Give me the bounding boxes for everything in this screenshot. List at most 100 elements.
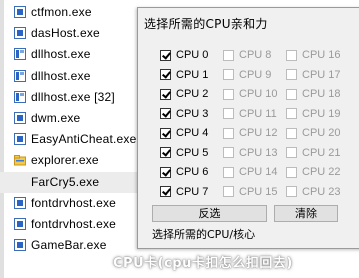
cpu-checkbox: CPU 9 — [223, 67, 271, 83]
blank-icon — [14, 176, 26, 188]
dll-host-icon — [14, 69, 26, 82]
generic-exe-icon — [14, 112, 26, 124]
checkbox-unchecked-icon — [286, 69, 297, 80]
generic-exe-icon — [14, 239, 26, 252]
cpu-label: CPU 21 — [302, 146, 341, 159]
checkbox-checked-icon — [160, 186, 171, 197]
checkbox-checked-icon — [160, 108, 171, 119]
checkbox-unchecked-icon — [223, 186, 234, 197]
cpu-label: CPU 15 — [239, 185, 278, 198]
cpu-label: CPU 4 — [176, 127, 209, 139]
process-name: dasHost.exe — [31, 26, 100, 41]
process-name: dllhost.exe [32] — [31, 89, 115, 104]
checkbox-checked-icon — [160, 88, 171, 100]
checkbox-unchecked-icon — [286, 127, 297, 139]
cpu-checkbox[interactable]: CPU 2 — [160, 86, 208, 102]
process-name: FarCry5.exe — [31, 174, 100, 189]
cpu-checkbox: CPU 23 — [286, 184, 341, 200]
checkbox-unchecked-icon — [286, 108, 297, 119]
cpu-checkbox[interactable]: CPU 7 — [160, 184, 208, 200]
cpu-label: CPU 12 — [239, 127, 278, 139]
cpu-label: CPU 6 — [176, 166, 209, 178]
process-name: dwm.exe — [31, 111, 81, 125]
generic-exe-icon — [14, 27, 26, 40]
cpu-checkbox[interactable]: CPU 0 — [160, 47, 208, 63]
cpu-label: CPU 1 — [176, 68, 209, 81]
dll-host-icon — [14, 48, 26, 61]
checkbox-unchecked-icon — [223, 69, 234, 80]
cpu-label: CPU 3 — [176, 107, 209, 120]
invert-selection-button[interactable]: 反选 — [152, 205, 267, 222]
cpu-checkbox: CPU 18 — [286, 86, 341, 102]
checkbox-unchecked-icon — [223, 88, 234, 100]
checkbox-unchecked-icon — [223, 49, 234, 61]
cpu-checkbox: CPU 20 — [286, 125, 341, 141]
dll-host-icon — [14, 90, 26, 103]
cpu-checkbox[interactable]: CPU 1 — [160, 67, 208, 83]
checkbox-checked-icon — [160, 69, 171, 80]
cpu-label: CPU 10 — [239, 88, 278, 100]
process-name: fontdrvhost.exe — [31, 195, 117, 210]
checkbox-unchecked-icon — [223, 108, 234, 119]
cpu-checkbox: CPU 11 — [223, 106, 277, 122]
checkbox-checked-icon — [160, 147, 171, 158]
checkbox-unchecked-icon — [286, 49, 297, 61]
clear-button[interactable]: 清除 — [274, 205, 338, 222]
process-name: EasyAntiCheat.exe — [31, 132, 137, 147]
process-name: dllhost.exe — [31, 47, 91, 62]
process-name: dllhost.exe — [31, 68, 91, 83]
checkbox-checked-icon — [160, 166, 171, 178]
cpu-checkbox: CPU 14 — [223, 164, 278, 180]
checkbox-unchecked-icon — [286, 186, 297, 197]
checkbox-unchecked-icon — [223, 166, 234, 178]
cpu-checkbox: CPU 17 — [286, 67, 341, 83]
process-name: explorer.exe — [31, 153, 99, 168]
dialog-status-text: 选择所需的CPU/核心 — [152, 228, 256, 241]
cpu-checkbox: CPU 19 — [286, 106, 341, 122]
checkbox-unchecked-icon — [286, 147, 297, 158]
checkbox-unchecked-icon — [286, 166, 297, 178]
process-name: GameBar.exe — [31, 238, 107, 253]
cpu-checkbox[interactable]: CPU 5 — [160, 145, 208, 161]
cpu-checkbox: CPU 8 — [223, 47, 271, 63]
cpu-label: CPU 5 — [176, 146, 209, 159]
cpu-label: CPU 7 — [176, 185, 209, 198]
cpu-checkbox: CPU 16 — [286, 47, 341, 63]
cpu-label: CPU 0 — [176, 49, 209, 61]
cpu-label: CPU 14 — [239, 166, 278, 178]
cpu-label: CPU 17 — [302, 68, 341, 81]
checkbox-unchecked-icon — [223, 127, 234, 139]
cpu-label: CPU 16 — [302, 49, 341, 61]
watermark-caption: CPU卡(cpu卡扣怎么扣回去) — [113, 256, 293, 271]
dialog-title: 选择所需的CPU亲和力 — [144, 17, 268, 31]
checkbox-checked-icon — [160, 127, 171, 139]
process-name: ctfmon.exe — [31, 5, 92, 19]
generic-exe-icon — [14, 6, 26, 18]
cpu-checkbox: CPU 22 — [286, 164, 341, 180]
cpu-label: CPU 13 — [239, 146, 278, 159]
cpu-label: CPU 2 — [176, 88, 209, 100]
cpu-affinity-dialog: 选择所需的CPU亲和力 CPU 0 CPU 1 CPU 2 CPU 3 CPU 4 CPU… — [137, 7, 359, 249]
cpu-checkbox: CPU 13 — [223, 145, 278, 161]
explorer-folder-icon — [14, 154, 26, 166]
cpu-label: CPU 22 — [302, 166, 341, 178]
checkbox-unchecked-icon — [286, 88, 297, 100]
cpu-label: CPU 11 — [239, 107, 277, 120]
cpu-label: CPU 23 — [302, 185, 341, 198]
generic-exe-icon — [14, 218, 26, 230]
cpu-checkbox: CPU 10 — [223, 86, 278, 102]
cpu-label: CPU 19 — [302, 107, 341, 120]
cpu-label: CPU 8 — [239, 49, 272, 61]
checkbox-unchecked-icon — [223, 147, 234, 158]
generic-exe-icon — [14, 196, 26, 209]
cpu-label: CPU 20 — [302, 127, 341, 139]
cpu-checkbox[interactable]: CPU 3 — [160, 106, 208, 122]
cpu-checkbox: CPU 21 — [286, 145, 341, 161]
cpu-checkbox: CPU 15 — [223, 184, 278, 200]
cpu-label: CPU 18 — [302, 88, 341, 100]
cpu-checkbox[interactable]: CPU 6 — [160, 164, 208, 180]
cpu-label: CPU 9 — [239, 68, 272, 81]
cpu-checkbox: CPU 12 — [223, 125, 278, 141]
checkbox-checked-icon — [160, 49, 171, 61]
cpu-checkbox[interactable]: CPU 4 — [160, 125, 208, 141]
